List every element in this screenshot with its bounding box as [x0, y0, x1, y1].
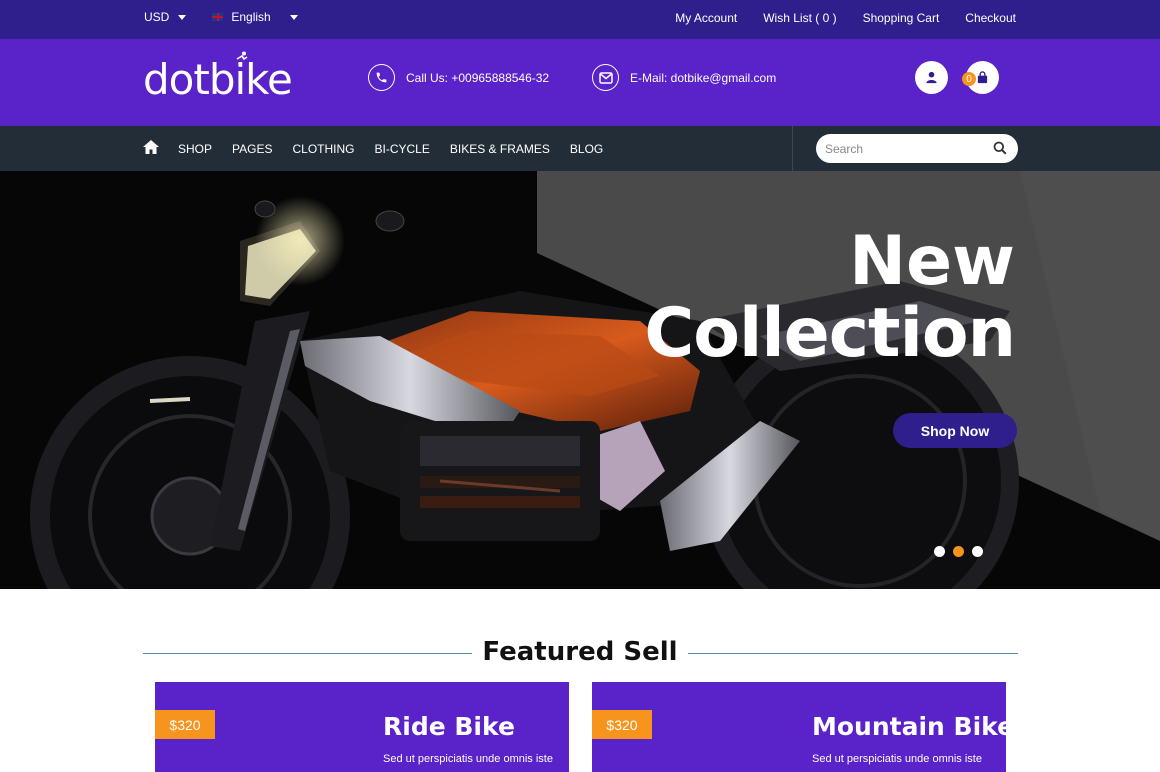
search-box — [816, 134, 1018, 163]
product-description: Sed ut perspiciatis unde omnis iste — [812, 753, 982, 765]
envelope-icon — [592, 64, 619, 91]
nav-item-bi-cycle[interactable]: BI-CYCLE — [375, 142, 430, 156]
slide-dot-1[interactable] — [934, 546, 945, 557]
nav-divider — [792, 126, 793, 171]
currency-label: USD — [144, 10, 170, 24]
email-contact: E-Mail: dotbike@gmail.com — [592, 64, 776, 91]
price-badge: $320 — [155, 710, 215, 739]
featured-heading: Featured Sell — [0, 636, 1160, 668]
slide-dot-3[interactable] — [972, 546, 983, 557]
product-title[interactable]: Ride Bike — [383, 712, 515, 741]
site-header: dotbike Call Us: +00965888546-32 E-Mail:… — [0, 39, 1160, 126]
nav-item-shop[interactable]: SHOP — [178, 142, 212, 156]
checkout-link[interactable]: Checkout — [965, 11, 1016, 25]
site-logo[interactable]: dotbike — [143, 57, 293, 103]
shop-now-button[interactable]: Shop Now — [893, 413, 1017, 448]
shopping-cart-link[interactable]: Shopping Cart — [863, 11, 940, 25]
user-icon — [926, 71, 937, 84]
phone-icon — [368, 64, 395, 91]
home-icon[interactable] — [142, 139, 160, 155]
uk-flag-icon — [212, 13, 224, 21]
phone-label: Call Us: +00965888546-32 — [406, 70, 550, 85]
chevron-down-icon — [289, 14, 298, 20]
product-description: Sed ut perspiciatis unde omnis iste — [383, 753, 553, 765]
account-links: My Account Wish List ( 0 ) Shopping Cart… — [675, 11, 1016, 25]
top-bar-selectors: USD English — [144, 10, 298, 24]
product-card[interactable]: $320 Mountain Bike Sed ut perspiciatis u… — [592, 682, 1006, 772]
hero-slider: New Collection Shop Now — [0, 171, 1160, 589]
product-title[interactable]: Mountain Bike — [812, 712, 1006, 741]
phone-contact: Call Us: +00965888546-32 — [368, 64, 549, 91]
main-nav: SHOP PAGES CLOTHING BI-CYCLE BIKES & FRA… — [0, 126, 1160, 171]
cyclist-icon — [236, 51, 248, 61]
chevron-down-icon — [178, 14, 187, 20]
nav-item-clothing[interactable]: CLOTHING — [292, 142, 354, 156]
nav-menu: SHOP PAGES CLOTHING BI-CYCLE BIKES & FRA… — [178, 142, 603, 156]
hero-title-line2: Collection — [644, 294, 1016, 373]
nav-item-pages[interactable]: PAGES — [232, 142, 272, 156]
search-input[interactable] — [825, 140, 985, 157]
slide-dot-2[interactable] — [953, 546, 964, 557]
featured-heading-text: Featured Sell — [472, 637, 688, 667]
product-card[interactable]: $320 Ride Bike Sed ut perspiciatis unde … — [155, 682, 569, 772]
hero-title: New Collection — [644, 222, 1016, 373]
user-account-button[interactable] — [915, 61, 948, 94]
language-label: English — [231, 10, 271, 24]
nav-item-bikes-frames[interactable]: BIKES & FRAMES — [450, 142, 550, 156]
language-dropdown[interactable]: English — [212, 10, 298, 24]
hero-title-line1: New — [849, 222, 1015, 301]
cart-count-badge: 0 — [962, 72, 976, 86]
top-bar: USD English My Account Wish List ( 0 ) S… — [0, 0, 1160, 39]
wish-list-link[interactable]: Wish List ( 0 ) — [763, 11, 836, 25]
slider-dots — [934, 546, 983, 557]
email-label: E-Mail: dotbike@gmail.com — [630, 70, 777, 85]
nav-item-blog[interactable]: BLOG — [570, 142, 603, 156]
shopping-bag-icon — [977, 71, 988, 84]
price-badge: $320 — [592, 710, 652, 739]
search-icon[interactable] — [993, 141, 1007, 155]
currency-dropdown[interactable]: USD — [144, 10, 187, 24]
my-account-link[interactable]: My Account — [675, 11, 737, 25]
